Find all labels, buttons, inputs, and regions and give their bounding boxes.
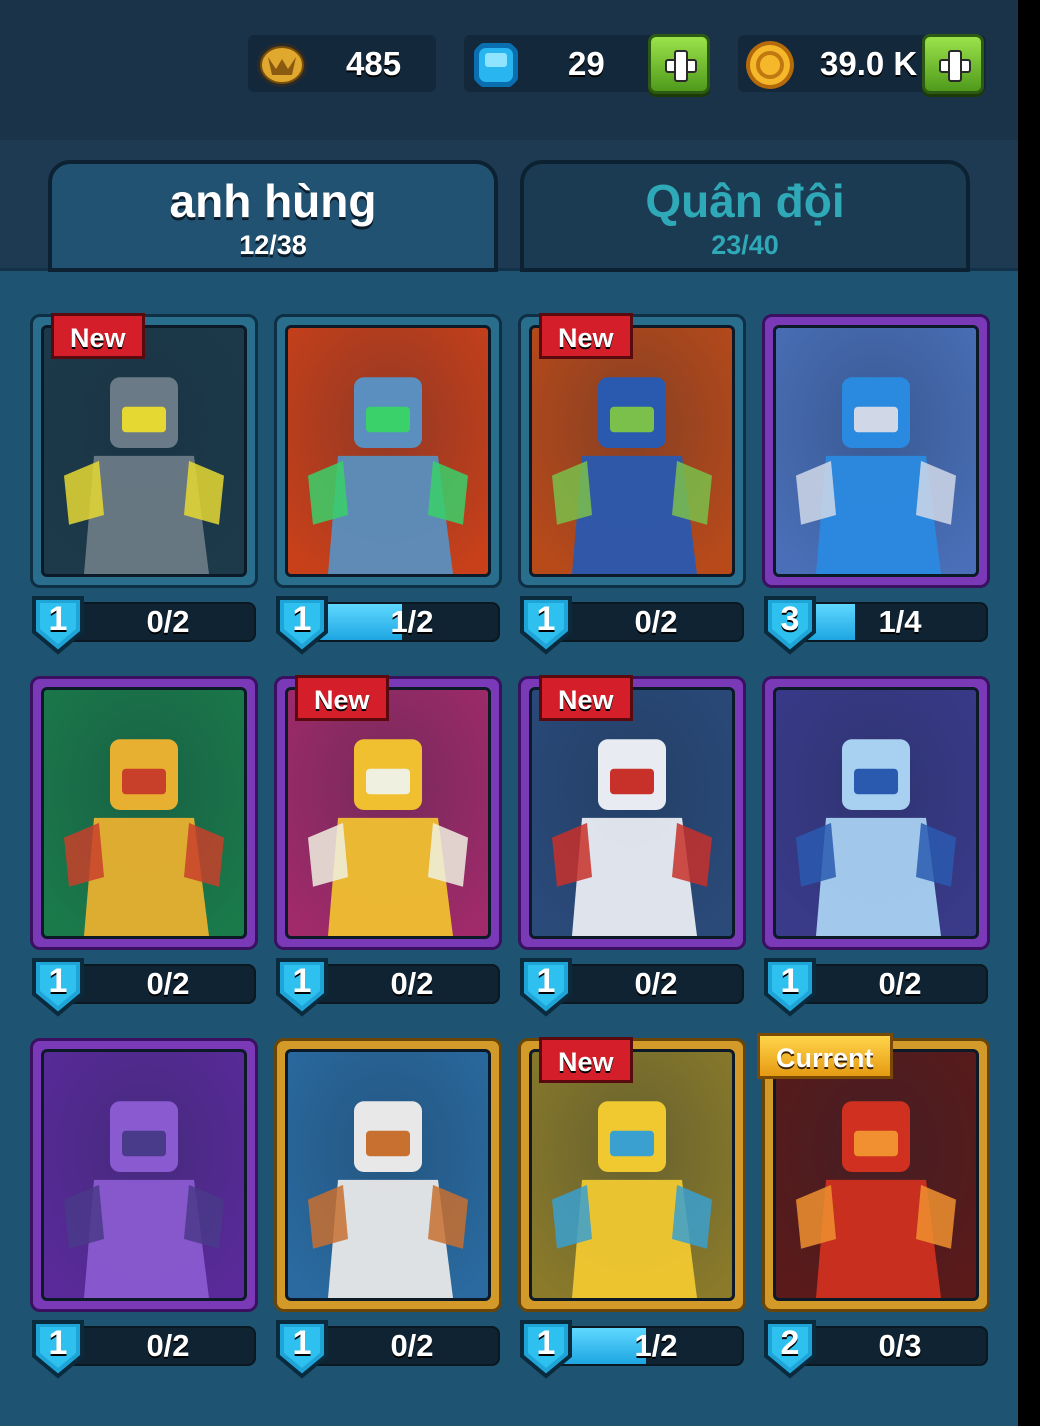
hero-card-frame [285, 1049, 491, 1301]
hero-card-frame [285, 325, 491, 577]
hero-card-frame [529, 325, 735, 577]
hero-card-frame [529, 687, 735, 939]
trophy-emblem-icon [257, 43, 307, 87]
hero-card-frame [773, 325, 979, 577]
level-shield-icon: 1 [274, 1318, 330, 1380]
hero-card[interactable] [30, 676, 258, 950]
level-shield-icon: 1 [518, 1318, 574, 1380]
hero-card[interactable]: New [274, 675, 502, 950]
hero-level-progress: 1/2 1 [274, 596, 502, 655]
hero-level: 1 [292, 600, 312, 638]
hero-card-frame [41, 325, 247, 577]
trophy-value: 485 [346, 45, 402, 82]
hero-level-progress: 0/2 1 [518, 958, 746, 1017]
hero-level: 1 [292, 962, 312, 1000]
hero-level-progress: 0/2 1 [762, 958, 990, 1017]
gem-counter: 29 [464, 34, 710, 94]
hero-card[interactable]: New [518, 313, 746, 588]
level-shield-icon: 1 [518, 956, 574, 1018]
currency-bar: 485 29 39.0 K [0, 0, 1018, 140]
hero-level-progress: 0/2 1 [30, 958, 258, 1017]
level-shield-icon: 1 [30, 1318, 86, 1380]
hero-level-progress: 0/2 1 [274, 1320, 502, 1379]
level-shield-icon: 1 [518, 594, 574, 656]
current-ribbon: Current [757, 1033, 893, 1079]
hero-card-frame [41, 687, 247, 939]
ice-skeleton-king-portrait [776, 690, 976, 936]
level-shield-icon: 2 [762, 1318, 818, 1380]
hero-level-progress: 0/2 1 [30, 596, 258, 655]
hero-level: 1 [536, 1324, 556, 1362]
new-ribbon: New [51, 313, 145, 359]
hooded-scholar-portrait [44, 690, 244, 936]
hero-level: 1 [48, 600, 68, 638]
hero-card-frame [285, 687, 491, 939]
hero-level: 1 [536, 600, 556, 638]
gold-coin-icon [746, 41, 794, 89]
level-shield-icon: 3 [762, 594, 818, 656]
tab-army-label: Quân đội [645, 175, 845, 227]
hero-card-frame [41, 1049, 247, 1301]
tab-heroes-label: anh hùng [169, 175, 377, 227]
new-ribbon: New [539, 1037, 633, 1083]
gem-value: 29 [568, 45, 605, 82]
new-ribbon: New [539, 313, 633, 359]
level-shield-icon: 1 [30, 956, 86, 1018]
level-shield-icon: 1 [274, 594, 330, 656]
cannon-robot-portrait [288, 328, 488, 574]
skull-shield-knight-portrait [776, 328, 976, 574]
level-shield-icon: 1 [762, 956, 818, 1018]
hero-level-progress: 1/2 1 [518, 1320, 746, 1379]
hero-card-frame [529, 1049, 735, 1301]
level-shield-icon: 1 [274, 956, 330, 1018]
hero-level-progress: 0/2 1 [518, 596, 746, 655]
hero-level-progress: 0/2 1 [30, 1320, 258, 1379]
hero-level: 1 [780, 962, 800, 1000]
new-ribbon: New [539, 675, 633, 721]
hero-card[interactable] [762, 314, 990, 588]
hero-level: 1 [48, 1324, 68, 1362]
trophy-counter: 485 [248, 35, 436, 92]
hero-card[interactable]: Current [757, 1033, 990, 1312]
tab-heroes-count: 12/38 [239, 230, 307, 260]
tab-army[interactable]: Quân đội 23/40 [520, 160, 970, 272]
hero-level: 1 [48, 962, 68, 1000]
white-bearded-sage-portrait [288, 1052, 488, 1298]
coin-value: 39.0 K [820, 45, 918, 82]
golden-king-priest-portrait [288, 690, 488, 936]
coin-counter: 39.0 K [738, 34, 986, 94]
hero-card-frame [773, 687, 979, 939]
blue-gem-icon [474, 43, 518, 87]
hero-level: 1 [292, 1324, 312, 1362]
hero-level: 1 [536, 962, 556, 1000]
hero-level: 3 [780, 600, 800, 638]
red-fire-demon-portrait [776, 1052, 976, 1298]
tab-army-count: 23/40 [711, 230, 779, 260]
hero-card[interactable] [30, 1038, 258, 1312]
new-ribbon: New [295, 675, 389, 721]
tab-heroes[interactable]: anh hùng 12/38 [48, 160, 498, 272]
santa-brawler-portrait [532, 690, 732, 936]
hero-card[interactable] [274, 314, 502, 588]
hero-level-progress: 0/2 1 [274, 958, 502, 1017]
hero-card-frame [773, 1049, 979, 1301]
hero-collection-screen: 485 29 39.0 K anh hùng 12/38 Quân đội 23… [0, 0, 1018, 1426]
hero-card[interactable] [274, 1038, 502, 1312]
hero-card[interactable]: New [518, 1037, 746, 1312]
buy-gems-button[interactable] [648, 34, 710, 94]
hero-card[interactable] [762, 676, 990, 950]
hero-level-progress: 1/4 3 [762, 596, 990, 655]
purple-crystal-witch-portrait [44, 1052, 244, 1298]
buy-coins-button[interactable] [922, 34, 984, 94]
level-shield-icon: 1 [30, 594, 86, 656]
hero-card[interactable]: New [518, 675, 746, 950]
screen-edge [1018, 0, 1040, 1426]
golden-clock-guardian-portrait [532, 1052, 732, 1298]
blue-ninja-dual-blades-portrait [532, 328, 732, 574]
hero-card[interactable]: New [30, 313, 258, 588]
hero-level-progress: 0/3 2 [762, 1320, 990, 1379]
grey-robot-knight-portrait [44, 328, 244, 574]
hero-level: 2 [780, 1324, 800, 1362]
